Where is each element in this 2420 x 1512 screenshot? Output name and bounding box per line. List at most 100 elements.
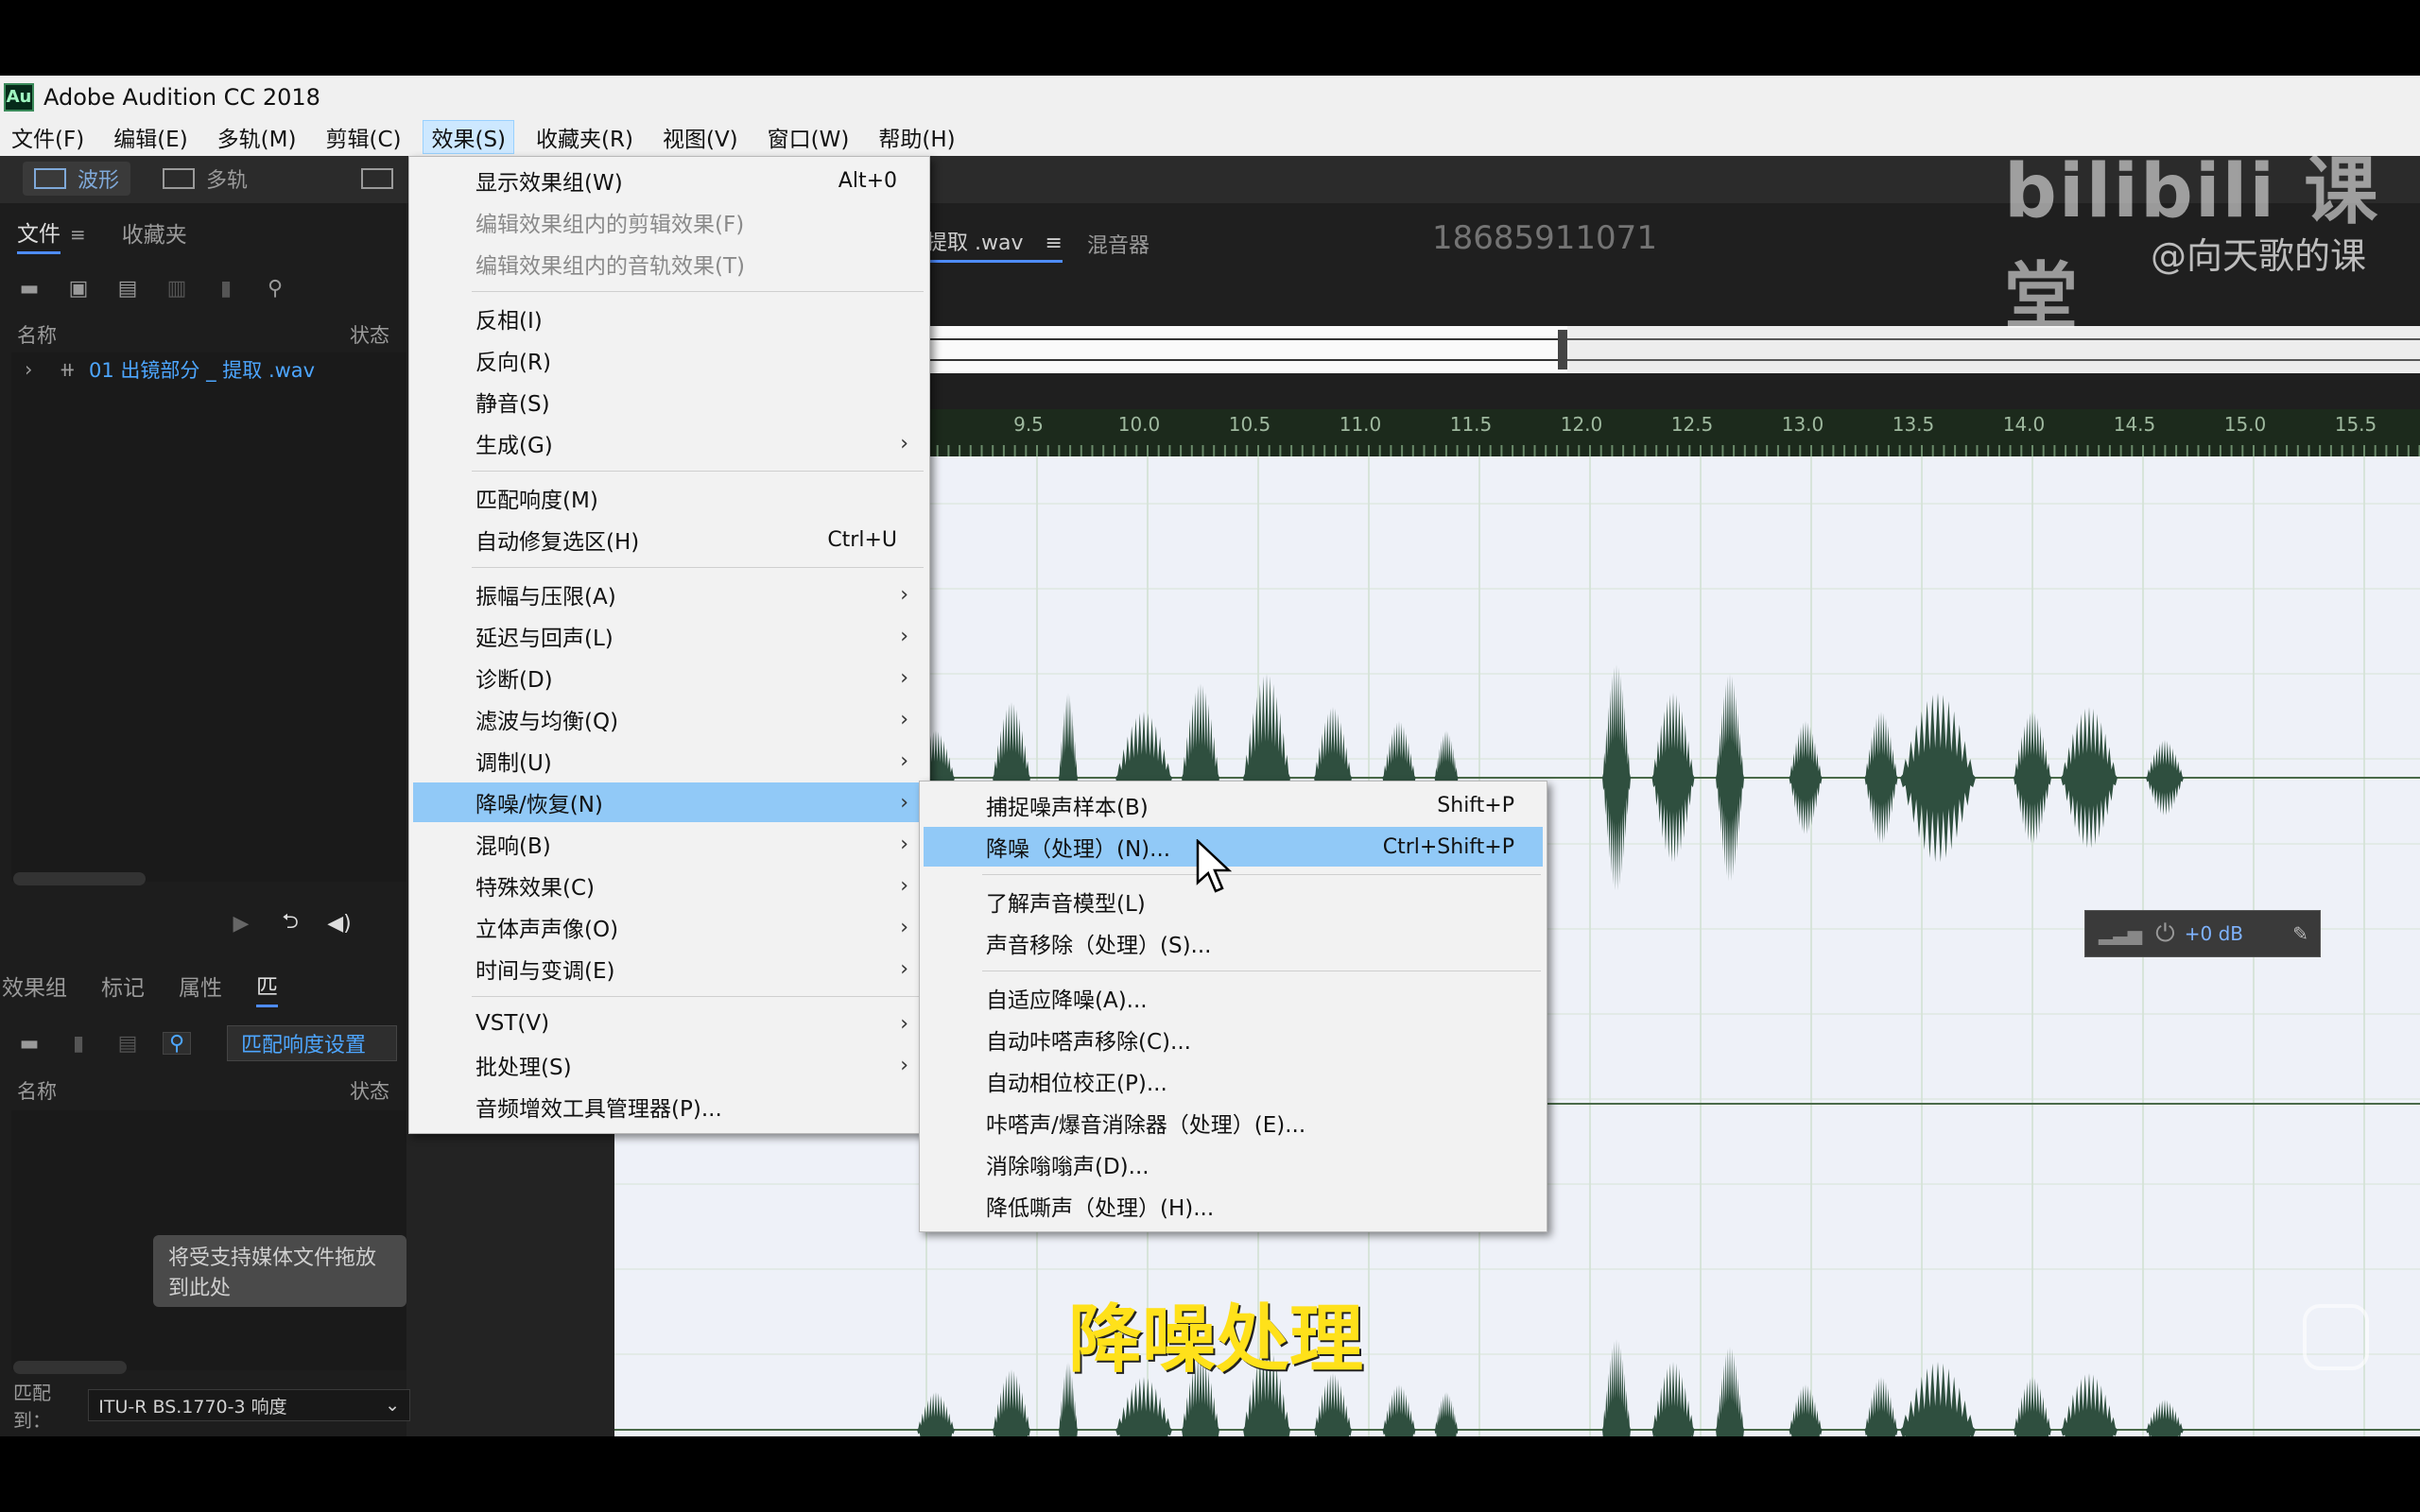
menu-item[interactable]: 自动修复选区(H) Ctrl+U <box>413 520 925 559</box>
waveform-view-button[interactable]: 波形 <box>23 162 131 196</box>
menu-item-label: 编辑效果组内的剪辑效果(F) <box>475 213 745 237</box>
menu-item-label: 匹配响度(M) <box>475 489 598 513</box>
menu-item[interactable]: VST(V) › <box>413 1004 925 1043</box>
open-folder-icon[interactable]: ▬ <box>15 277 43 301</box>
menu-item[interactable]: 消除嗡嗡声(D)... <box>924 1144 1543 1184</box>
menu-item[interactable]: 立体声声像(O) › <box>413 907 925 947</box>
menu-edit[interactable]: 编辑(E) <box>106 120 195 154</box>
col-name[interactable]: 名称 <box>17 1076 57 1105</box>
tab-match-loudness[interactable]: 匹 <box>256 969 278 1007</box>
tick-label: 13.5 <box>1892 413 1935 436</box>
folder-icon[interactable]: ▬ <box>15 1032 43 1056</box>
menu-item[interactable]: 降低嘶声（处理）(H)... <box>924 1186 1543 1226</box>
tick-label: 9.5 <box>1013 413 1044 436</box>
expand-chevron-icon[interactable]: › <box>25 358 32 381</box>
menu-item[interactable]: 静音(S) <box>413 382 925 421</box>
menu-item[interactable]: 咔嗒声/爆音消除器（处理）(E)... <box>924 1103 1543 1143</box>
copy-icon[interactable]: ▤ <box>113 1032 142 1056</box>
menu-item[interactable]: 反向(R) <box>413 340 925 380</box>
tab-favorites[interactable]: 收藏夹 <box>122 216 187 252</box>
menu-item-shortcut: Alt+0 <box>838 168 897 193</box>
menu-item[interactable]: 降噪/恢复(N) › <box>413 782 925 822</box>
menu-item[interactable]: 自适应降噪(A)... <box>924 978 1543 1018</box>
play-icon[interactable]: ▶ <box>227 912 255 936</box>
display-icon-button[interactable] <box>350 162 405 196</box>
menu-item-shortcut: Ctrl+U <box>827 527 897 552</box>
menu-separator <box>472 567 924 568</box>
time-ruler[interactable]: 9.5 10.0 10.5 11.0 11.5 12.0 12.5 13.0 1… <box>925 409 2420 456</box>
volume-icon[interactable]: ◀) <box>325 912 354 936</box>
menu-item-label: 降低嘶声（处理）(H)... <box>986 1196 1215 1221</box>
match-loudness-settings-button[interactable]: 匹配响度设置 <box>227 1025 397 1061</box>
waveform-burst <box>2061 1373 2118 1486</box>
col-status[interactable]: 状态 <box>350 320 389 349</box>
menu-file[interactable]: 文件(F) <box>4 120 92 154</box>
menu-item-label: VST(V) <box>475 1011 550 1036</box>
trash-icon[interactable]: ▮ <box>212 277 240 301</box>
menu-item[interactable]: 反相(I) <box>413 299 925 338</box>
menu-item[interactable]: 显示效果组(W) Alt+0 <box>413 161 925 200</box>
menu-item[interactable]: 混响(B) › <box>413 824 925 864</box>
volume-value[interactable]: +0 dB <box>2185 922 2243 945</box>
menu-item-label: 编辑效果组内的音轨效果(T) <box>475 254 745 279</box>
chevron-right-icon: › <box>900 665 908 690</box>
tab-editor-file[interactable]: 提取 .wav ≡ <box>926 226 1063 263</box>
transport-controls: ▶ ⮌ ◀) <box>0 902 406 944</box>
menu-item[interactable]: 振幅与压限(A) › <box>413 575 925 614</box>
menu-multitrack[interactable]: 多轨(M) <box>210 120 304 154</box>
chevron-right-icon: › <box>900 431 908 455</box>
loop-icon[interactable]: ⮌ <box>276 910 304 935</box>
menu-item[interactable]: 延迟与回声(L) › <box>413 616 925 656</box>
menu-window[interactable]: 窗口(W) <box>760 120 857 154</box>
delete-icon[interactable]: ▮ <box>64 1032 93 1056</box>
panel-menu-icon[interactable]: ≡ <box>70 223 86 246</box>
menu-clip[interactable]: 剪辑(C) <box>318 120 408 154</box>
menu-view[interactable]: 视图(V) <box>655 120 746 154</box>
effects-scrollbar[interactable] <box>13 1361 127 1374</box>
menu-item[interactable]: 捕捉噪声样本(B) Shift+P <box>924 785 1543 825</box>
file-list-item[interactable]: › ⧺ 01 出镜部分 _ 提取 .wav <box>25 352 315 387</box>
volume-knob-icon[interactable]: ⏻ <box>2155 919 2175 949</box>
new-file-icon[interactable]: ▤ <box>113 277 142 301</box>
menu-item[interactable]: 声音移除（处理）(S)... <box>924 923 1543 963</box>
menu-item[interactable]: 特殊效果(C) › <box>413 866 925 905</box>
search-icon[interactable]: ⚲ <box>261 277 289 301</box>
menu-item[interactable]: 音频增效工具管理器(P)... <box>413 1087 925 1126</box>
files-scrollbar[interactable] <box>13 872 146 885</box>
insert-icon[interactable]: ▥ <box>163 277 191 301</box>
volume-hud[interactable]: ▂▃▅ ⏻ +0 dB ✎ <box>2084 910 2321 957</box>
menu-item[interactable]: 滤波与均衡(Q) › <box>413 699 925 739</box>
files-list: › ⧺ 01 出镜部分 _ 提取 .wav <box>11 352 406 882</box>
match-to-select[interactable]: ITU-R BS.1770-3 响度 ⌄ <box>88 1389 410 1421</box>
col-name[interactable]: 名称 <box>17 320 57 349</box>
import-icon[interactable]: ▣ <box>64 277 93 301</box>
menu-help[interactable]: 帮助(H) <box>871 120 962 154</box>
pin-icon[interactable]: ✎ <box>2292 922 2308 945</box>
match-loudness-icon[interactable]: ⚲ <box>163 1032 191 1056</box>
menu-item[interactable]: 自动咔嗒声移除(C)... <box>924 1020 1543 1059</box>
tab-markers[interactable]: 标记 <box>101 970 145 1005</box>
col-status[interactable]: 状态 <box>350 1076 389 1105</box>
tab-files[interactable]: 文件 <box>17 215 60 254</box>
chevron-right-icon: › <box>900 956 908 981</box>
panel-menu-icon[interactable]: ≡ <box>1045 232 1062 255</box>
chevron-right-icon: › <box>900 1053 908 1077</box>
menu-item[interactable]: 批处理(S) › <box>413 1045 925 1085</box>
menu-item[interactable]: 自动相位校正(P)... <box>924 1061 1543 1101</box>
menu-effects[interactable]: 效果(S) <box>423 120 515 154</box>
tick-label: 15.0 <box>2223 413 2267 436</box>
menu-item[interactable]: 匹配响度(M) <box>413 478 925 518</box>
multitrack-view-button[interactable]: 多轨 <box>151 162 259 196</box>
tab-properties[interactable]: 属性 <box>179 970 222 1005</box>
tab-mixer[interactable]: 混音器 <box>1087 229 1150 259</box>
menu-favorites[interactable]: 收藏夹(R) <box>528 120 641 154</box>
multitrack-label: 多轨 <box>206 169 249 193</box>
menu-item[interactable]: 调制(U) › <box>413 741 925 781</box>
menu-item[interactable]: 诊断(D) › <box>413 658 925 697</box>
menu-item[interactable]: 生成(G) › <box>413 423 925 463</box>
files-toolbar: ▬ ▣ ▤ ▥ ▮ ⚲ <box>0 267 406 309</box>
menu-item[interactable]: 时间与变调(E) › <box>413 949 925 988</box>
video-play-icon[interactable] <box>2303 1304 2369 1370</box>
tab-effects-rack[interactable]: 效果组 <box>2 970 67 1005</box>
files-panel-tabs: 文件 ≡ 收藏夹 <box>0 211 406 258</box>
